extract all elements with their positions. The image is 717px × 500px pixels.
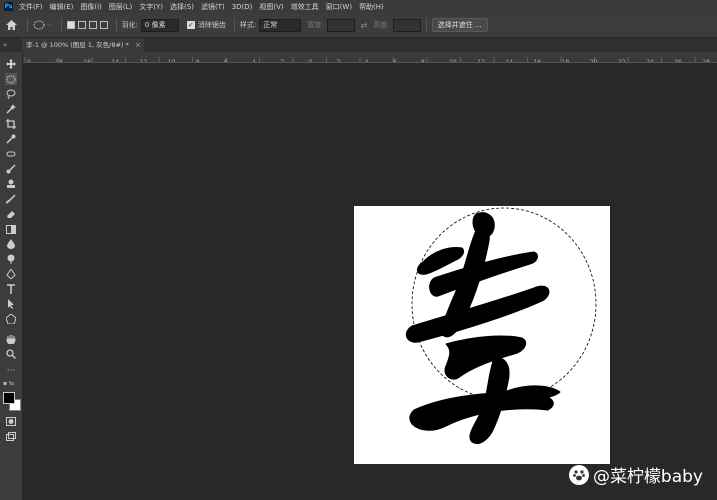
screen-mode-icon	[6, 431, 16, 441]
history-brush-icon	[6, 194, 16, 204]
feather-label: 羽化:	[121, 21, 138, 29]
height-label: 高度:	[373, 21, 390, 29]
antialias-checkbox[interactable]: ✓	[186, 21, 195, 29]
tabs-overflow-icon[interactable]: »	[3, 38, 7, 52]
document-canvas[interactable]	[354, 206, 610, 464]
drop-icon	[7, 239, 15, 249]
quick-mask-button[interactable]	[5, 415, 17, 427]
eyedropper-tool[interactable]	[5, 133, 17, 145]
menu-filter[interactable]: 滤镜(T)	[201, 2, 225, 12]
antialias-label: 消除锯齿	[197, 21, 226, 29]
divider	[233, 18, 235, 32]
document-tab-bar: » 李-1 @ 100% (图层 1, 灰色/8#) * ×	[0, 38, 717, 52]
zoom-icon	[6, 349, 16, 359]
home-button[interactable]	[0, 20, 22, 30]
intersect-selection-button[interactable]	[99, 21, 108, 29]
swap-colors-icon[interactable]: ▪ ⇆	[3, 380, 19, 388]
bandage-icon	[6, 151, 16, 157]
brush-icon	[6, 164, 16, 174]
pen-icon	[6, 269, 16, 279]
close-icon[interactable]: ×	[135, 38, 141, 52]
width-input[interactable]	[326, 18, 355, 32]
dodge-icon	[7, 254, 15, 264]
options-bar: ⌵ 羽化: 0 像素 ✓ 消除锯齿 样式: 正常 宽度: ⇄ 高度: 选择并遮住…	[0, 13, 717, 38]
app-logo: Ps	[4, 2, 13, 11]
divider	[27, 18, 28, 32]
menu-select[interactable]: 选择(S)	[170, 2, 194, 12]
watermark-text: @菜柠檬baby	[592, 467, 703, 487]
divider	[60, 18, 62, 32]
magic-wand-icon	[6, 104, 16, 114]
lasso-tool[interactable]	[5, 88, 17, 100]
paw-icon	[568, 464, 589, 485]
menu-view[interactable]: 视图(V)	[259, 2, 283, 12]
menu-image[interactable]: 图像(I)	[80, 2, 102, 12]
healing-tool[interactable]	[5, 148, 17, 160]
ellipse-marquee-icon[interactable]	[33, 20, 45, 30]
type-icon	[7, 284, 15, 294]
document-tab-title: 李-1 @ 100% (图层 1, 灰色/8#) *	[26, 41, 129, 49]
zoom-tool[interactable]	[5, 348, 17, 360]
divider	[425, 18, 427, 32]
history-brush-tool[interactable]	[5, 193, 17, 205]
subtract-selection-button[interactable]	[88, 21, 97, 29]
eraser-icon	[7, 211, 15, 218]
eraser-tool[interactable]	[5, 208, 17, 220]
hand-tool[interactable]	[5, 333, 17, 345]
gradient-icon	[6, 224, 16, 234]
add-selection-button[interactable]	[77, 21, 86, 29]
path-select-tool[interactable]	[5, 298, 17, 310]
menu-help[interactable]: 帮助(H)	[359, 2, 384, 12]
marquee-tool[interactable]	[5, 73, 17, 85]
watermark: @菜柠檬baby	[568, 462, 703, 487]
document-tab[interactable]: 李-1 @ 100% (图层 1, 灰色/8#) * ×	[22, 38, 144, 52]
new-selection-button[interactable]	[66, 21, 75, 29]
divider	[115, 18, 117, 32]
chevron-down-icon[interactable]: ⌵	[47, 21, 52, 29]
menu-bar: Ps 文件(F) 编辑(E) 图像(I) 图层(L) 文字(Y) 选择(S) 滤…	[0, 0, 717, 13]
foreground-color-swatch[interactable]	[3, 392, 15, 404]
eyedropper-icon	[6, 134, 16, 144]
height-input[interactable]	[392, 18, 421, 32]
more-tools-icon[interactable]: ···	[5, 365, 17, 377]
brush-tool[interactable]	[5, 163, 17, 175]
tools-panel: ··· ▪ ⇆	[0, 52, 23, 500]
pen-tool[interactable]	[5, 268, 17, 280]
hand-icon	[6, 335, 16, 344]
menu-layer[interactable]: 图层(L)	[109, 2, 132, 12]
menu-plugins[interactable]: 增效工具	[291, 2, 319, 12]
magic-wand-tool[interactable]	[5, 103, 17, 115]
ellipse-marquee-icon	[6, 75, 16, 83]
blur-tool[interactable]	[5, 238, 17, 250]
screen-mode-button[interactable]	[5, 430, 17, 442]
type-tool[interactable]	[5, 283, 17, 295]
dodge-tool[interactable]	[5, 253, 17, 265]
menu-file[interactable]: 文件(F)	[19, 2, 43, 12]
crop-icon	[6, 119, 16, 129]
horizontal-ruler[interactable]: 0 18 16 14 12 10 8 6 4 2 0 2 4 6 8 10 12 14 16 18 20 22 24 26 28…	[22, 52, 717, 63]
menu-type[interactable]: 文字(Y)	[139, 2, 163, 12]
feather-input[interactable]: 0 像素	[140, 18, 179, 32]
style-select[interactable]: 正常	[259, 18, 302, 32]
shape-tool[interactable]	[5, 313, 17, 325]
menu-3d[interactable]: 3D(D)	[232, 3, 253, 11]
swap-icon[interactable]: ⇄	[361, 21, 368, 30]
home-icon	[5, 20, 17, 30]
stamp-icon	[7, 179, 15, 188]
move-tool[interactable]	[5, 58, 17, 70]
gradient-tool[interactable]	[5, 223, 17, 235]
move-icon	[6, 59, 16, 69]
width-label: 宽度:	[307, 21, 324, 29]
lasso-icon	[6, 89, 16, 99]
menu-window[interactable]: 窗口(W)	[326, 2, 352, 12]
select-and-mask-button[interactable]: 选择并遮住 ...	[431, 18, 488, 32]
stamp-tool[interactable]	[5, 178, 17, 190]
calligraphy-artwork	[405, 207, 597, 445]
menu-edit[interactable]: 编辑(E)	[50, 2, 74, 12]
arrow-icon	[8, 299, 14, 309]
shape-icon	[6, 314, 16, 324]
crop-tool[interactable]	[5, 118, 17, 130]
quick-mask-icon	[6, 416, 16, 426]
style-label: 样式:	[239, 21, 257, 29]
